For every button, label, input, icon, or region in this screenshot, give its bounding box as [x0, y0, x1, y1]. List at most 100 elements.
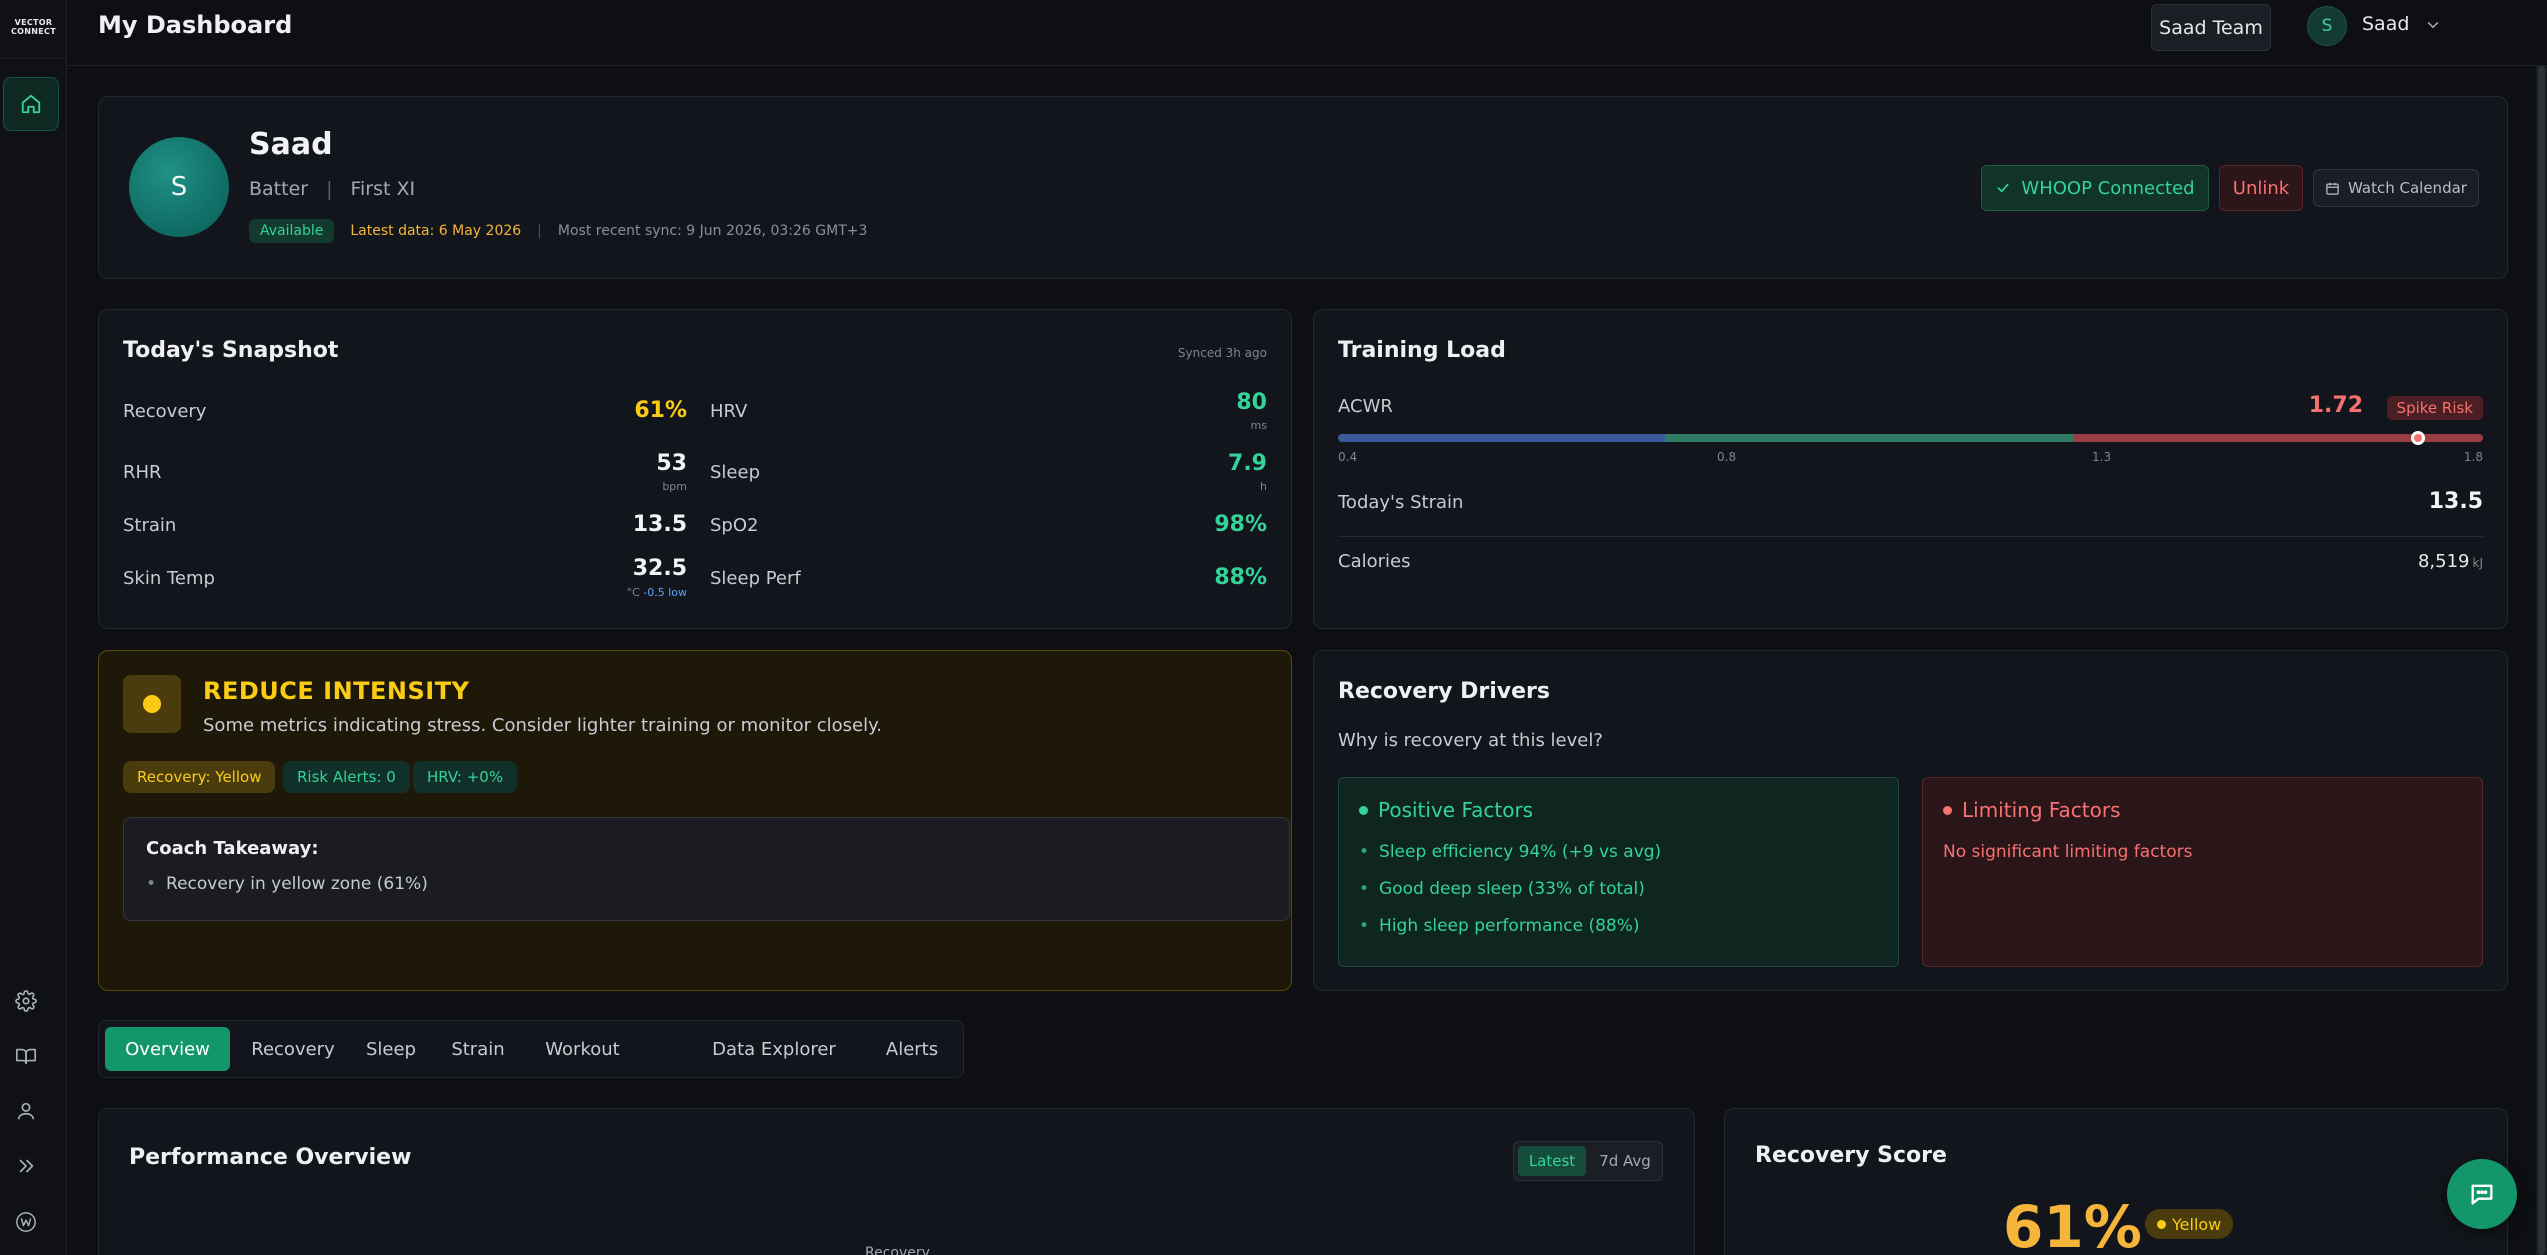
- acwr-marker: [2410, 431, 2425, 445]
- calories-value-group: 8,519 kJ: [2418, 551, 2483, 572]
- tab-strain[interactable]: Strain: [438, 1027, 518, 1071]
- tab-data-explorer[interactable]: Data Explorer: [706, 1027, 842, 1071]
- sidebar-item-settings[interactable]: [0, 974, 52, 1028]
- metric-value-rhr: 53: [656, 451, 687, 476]
- metric-label-spo2: SpO2: [710, 515, 759, 536]
- sidebar-expand-button[interactable]: [0, 1139, 52, 1193]
- home-icon: [21, 94, 41, 114]
- acwr-tick: 1.3: [2092, 450, 2112, 464]
- metric-value-spo2: 98%: [1214, 512, 1267, 537]
- snapshot-card: Today's Snapshot Synced 3h ago Recovery …: [98, 309, 1292, 629]
- calendar-icon: [2326, 182, 2339, 195]
- positive-factors-heading: Positive Factors: [1359, 798, 1533, 822]
- coach-takeaway-box: Coach Takeaway: • Recovery in yellow zone…: [123, 817, 1290, 921]
- toggle-latest[interactable]: Latest: [1518, 1146, 1586, 1176]
- metric-unit-hrv: ms: [1250, 419, 1267, 432]
- acwr-zone-low: [1338, 434, 1666, 442]
- todays-strain-label: Today's Strain: [1338, 492, 1464, 513]
- performance-overview-card: Performance Overview Latest 7d Avg Recov…: [98, 1108, 1695, 1255]
- tab-overview[interactable]: Overview: [105, 1027, 230, 1071]
- acwr-tick: 1.8: [2463, 450, 2483, 464]
- radar-axis-label: Recovery: [865, 1245, 930, 1255]
- positive-factor-item: • Good deep sleep (33% of total): [1359, 879, 1645, 899]
- alert-title: REDUCE INTENSITY: [203, 677, 470, 705]
- whoop-connected-button[interactable]: WHOOP Connected: [1981, 165, 2209, 211]
- limiting-factors-box: Limiting Factors No significant limiting…: [1922, 777, 2483, 967]
- chat-icon: [2471, 1184, 2493, 1205]
- metric-label-skin-temp: Skin Temp: [123, 568, 215, 589]
- chat-button[interactable]: [2447, 1159, 2517, 1229]
- sidebar-item-profile[interactable]: [0, 1084, 52, 1138]
- user-avatar[interactable]: S: [2307, 6, 2347, 46]
- sidebar-item-home[interactable]: [3, 77, 59, 131]
- recovery-drivers-card: Recovery Drivers Why is recovery at this…: [1313, 650, 2508, 991]
- team-selector-button[interactable]: Saad Team: [2151, 4, 2271, 51]
- bullet: •: [146, 874, 157, 894]
- metric-value-sleep-perf: 88%: [1214, 565, 1267, 590]
- red-dot-icon: [1943, 805, 1952, 815]
- sidebar-item-whoop[interactable]: [0, 1195, 52, 1249]
- skin-temp-unit: °C: [626, 586, 640, 599]
- chip-risk-alerts: Risk Alerts: 0: [283, 761, 410, 793]
- watch-calendar-button[interactable]: Watch Calendar: [2313, 169, 2479, 207]
- metric-label-strain: Strain: [123, 515, 177, 536]
- coach-takeaway-title: Coach Takeaway:: [146, 838, 319, 859]
- green-dot-icon: [1359, 805, 1368, 815]
- calories-label: Calories: [1338, 551, 1411, 572]
- chevrons-right-icon: [19, 1159, 34, 1173]
- brand-logo[interactable]: VECTOR CONNECT: [0, 18, 67, 36]
- user-name[interactable]: Saad: [2362, 13, 2409, 35]
- watch-calendar-label: Watch Calendar: [2348, 179, 2467, 197]
- chip-hrv: HRV: +0%: [413, 761, 518, 793]
- athlete-name: Saad: [249, 127, 333, 162]
- bullet: •: [1359, 916, 1370, 936]
- athlete-role: Batter: [249, 178, 309, 200]
- tab-alerts[interactable]: Alerts: [872, 1027, 952, 1071]
- meta-separator: |: [326, 178, 333, 200]
- acwr-value: 1.72: [2308, 393, 2363, 418]
- metric-value-hrv: 80: [1236, 390, 1267, 415]
- limiting-factors-text: No significant limiting factors: [1943, 842, 2193, 862]
- profile-card: S Saad Batter | First XI Available Lates…: [98, 96, 2508, 279]
- tab-recovery[interactable]: Recovery: [242, 1027, 344, 1071]
- metric-value-recovery: 61%: [634, 398, 687, 423]
- toggle-7d-avg[interactable]: 7d Avg: [1590, 1146, 1660, 1176]
- sidebar-item-docs[interactable]: [0, 1029, 52, 1083]
- metric-label-hrv: HRV: [710, 401, 748, 422]
- calories-value: 8,519: [2417, 551, 2470, 572]
- chevron-down-icon[interactable]: [2424, 16, 2442, 34]
- tab-sleep[interactable]: Sleep: [354, 1027, 428, 1071]
- page-scrollbar-thumb[interactable]: [2538, 66, 2545, 1255]
- training-load-title: Training Load: [1338, 338, 1506, 363]
- whoop-connected-label: WHOOP Connected: [2021, 177, 2195, 199]
- spike-risk-badge: Spike Risk: [2386, 396, 2483, 420]
- acwr-label: ACWR: [1338, 396, 1393, 417]
- meta-separator: |: [537, 223, 542, 239]
- chip-recovery: Recovery: Yellow: [123, 761, 276, 793]
- status-badge: Available: [249, 219, 335, 243]
- metric-unit-skin-temp: °C -0.5 low: [627, 586, 687, 599]
- alert-subtitle: Some metrics indicating stress. Consider…: [203, 715, 882, 736]
- unlink-button[interactable]: Unlink: [2219, 165, 2303, 211]
- positive-factor-text: Good deep sleep (33% of total): [1379, 879, 1645, 899]
- acwr-tick: 0.4: [1338, 450, 1358, 464]
- metric-unit-rhr: bpm: [662, 480, 687, 493]
- performance-overview-title: Performance Overview: [129, 1145, 412, 1170]
- user-icon: [17, 1102, 35, 1120]
- tab-workout[interactable]: Workout: [530, 1027, 635, 1071]
- bullet: •: [1359, 842, 1370, 862]
- sidebar: VECTOR CONNECT: [0, 0, 67, 1255]
- metric-value-sleep: 7.9: [1228, 451, 1267, 476]
- dashboard-tabs: Overview Recovery Sleep Strain Workout D…: [98, 1020, 964, 1078]
- book-icon: [16, 1048, 36, 1065]
- recent-sync-text: Most recent sync: 9 Jun 2026, 03:26 GMT+…: [557, 223, 868, 239]
- metric-label-sleep: Sleep: [710, 462, 761, 483]
- recovery-score-value: 61%: [2003, 1193, 2142, 1255]
- recovery-drivers-subtitle: Why is recovery at this level?: [1338, 730, 1603, 751]
- limiting-factors-heading: Limiting Factors: [1943, 798, 2121, 822]
- alert-status-icon: [123, 675, 181, 733]
- sidebar-divider: [0, 58, 67, 59]
- w-logo-icon: [16, 1212, 36, 1232]
- bullet: •: [1359, 879, 1370, 899]
- logo-line-2: CONNECT: [11, 27, 56, 36]
